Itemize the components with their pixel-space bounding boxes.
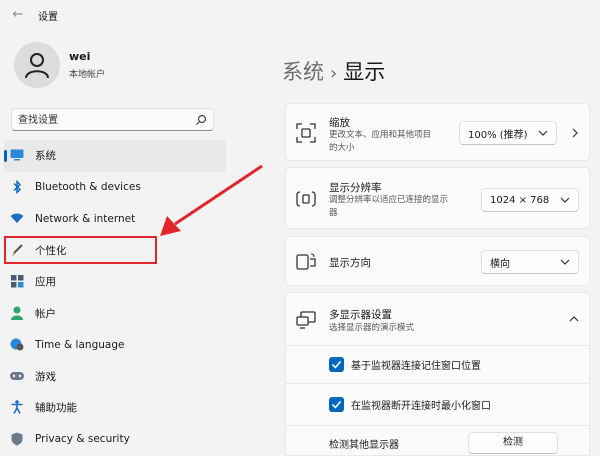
scale-value: 100% (推荐) [468,129,528,141]
wifi-icon [10,211,24,225]
person-silhouette-icon [25,53,49,78]
title-bar: ← 设置 [0,0,600,30]
sidebar-item-accessibility[interactable]: 辅助功能 [4,392,226,424]
chevron-down-icon [560,259,570,265]
chevron-up-icon[interactable] [569,314,579,324]
chevron-down-icon [560,197,570,203]
sidebar-item-time-language[interactable]: Time & language [4,329,226,361]
person-icon [10,306,24,320]
detect-button[interactable]: 检测 [468,432,558,454]
apps-icon [10,274,24,288]
multi-display-setting-card[interactable]: 多显示器设置 选择显示器的演示模式 [285,292,590,346]
scale-setting-card: 缩放 更改文本、应用和其他项目 的大小 100% (推荐) [285,103,590,161]
accessibility-icon [10,400,24,414]
resolution-dropdown[interactable]: 1024 × 768 [481,188,579,212]
brush-icon [10,243,24,257]
resolution-subtitle-line2: 器 [329,208,338,218]
scale-subtitle-line1: 更改文本、应用和其他项目 [329,130,432,140]
remember-positions-label: 基于监视器连接记住窗口位置 [351,361,481,372]
resolution-title: 显示分辨率 [329,182,382,194]
sidebar-item-label: Bluetooth & devices [35,181,141,194]
monitor-icon [10,148,24,162]
remember-positions-checkbox[interactable] [329,357,344,372]
chevron-right-icon[interactable] [570,128,580,138]
sidebar-item-label: 系统 [35,150,56,163]
scale-title: 缩放 [329,117,350,129]
orientation-value: 横向 [490,258,510,270]
sidebar-nav: 系统 Bluetooth & devices Network & interne… [4,140,226,455]
sidebar-item-label: 游戏 [35,370,56,383]
account-type: 本地帐户 [69,70,106,80]
sidebar-item-accounts[interactable]: 帐户 [4,298,226,330]
detect-displays-label: 检测其他显示器 [329,440,399,451]
resolution-value: 1024 × 768 [490,194,550,206]
orientation-icon [296,253,316,270]
sidebar-item-system[interactable]: 系统 [4,140,226,172]
search-box[interactable] [11,108,214,131]
page-title: 显示 [343,60,386,84]
checkmark-icon [331,400,342,409]
sidebar-item-label: Network & internet [35,212,136,225]
multi-display-title: 多显示器设置 [329,309,392,321]
sidebar-item-label: 帐户 [35,307,56,320]
minimize-on-disconnect-label: 在监视器断开连接时最小化窗口 [351,401,491,412]
resolution-subtitle-line1: 调整分辨率以适应已连接的显示 [329,195,449,205]
sidebar-item-gaming[interactable]: 游戏 [4,361,226,393]
multi-display-subtitle: 选择显示器的演示模式 [329,323,415,333]
sidebar-item-label: 辅助功能 [35,402,77,415]
sidebar-item-label: Privacy & security [35,433,130,446]
back-arrow-icon[interactable]: ← [9,6,27,24]
sidebar-item-network[interactable]: Network & internet [4,203,226,235]
sidebar-item-apps[interactable]: 应用 [4,266,226,298]
checkmark-icon [331,360,342,369]
orientation-title: 显示方向 [329,257,371,269]
search-icon[interactable] [194,113,208,127]
resolution-icon [296,191,316,207]
multi-display-icon [296,311,316,329]
user-name: wei [69,50,91,63]
avatar [14,42,60,88]
globe-clock-icon [10,337,24,351]
sidebar-item-label: 应用 [35,276,56,289]
chevron-down-icon [538,130,548,136]
sidebar-item-privacy-security[interactable]: Privacy & security [4,424,226,456]
orientation-setting-card: 显示方向 横向 [285,236,590,286]
gamepad-icon [10,369,24,383]
sidebar-item-bluetooth[interactable]: Bluetooth & devices [4,172,226,204]
sidebar-item-personalization[interactable]: 个性化 [4,235,226,267]
bluetooth-icon [10,179,24,194]
minimize-on-disconnect-row: 在监视器断开连接时最小化窗口 [285,384,590,426]
orientation-dropdown[interactable]: 横向 [481,250,579,274]
minimize-on-disconnect-checkbox[interactable] [329,397,344,412]
scale-dropdown[interactable]: 100% (推荐) [459,121,557,145]
sidebar-item-label: Time & language [35,338,125,351]
scale-icon [296,123,316,143]
search-input[interactable] [18,112,193,128]
scale-subtitle-line2: 的大小 [329,143,355,153]
remember-positions-row: 基于监视器连接记住窗口位置 [285,346,590,384]
shield-icon [10,432,24,446]
breadcrumb: 系统 › 显示 [282,56,385,86]
breadcrumb-parent[interactable]: 系统 [282,60,324,84]
user-profile[interactable]: wei 本地帐户 [14,42,214,92]
resolution-setting-card: 显示分辨率 调整分辨率以适应已连接的显示 器 1024 × 768 [285,167,590,229]
sidebar-item-label: 个性化 [35,244,67,257]
app-title: 设置 [38,12,58,23]
detect-displays-row: 检测其他显示器 检测 [285,426,590,456]
breadcrumb-separator: › [330,63,338,84]
